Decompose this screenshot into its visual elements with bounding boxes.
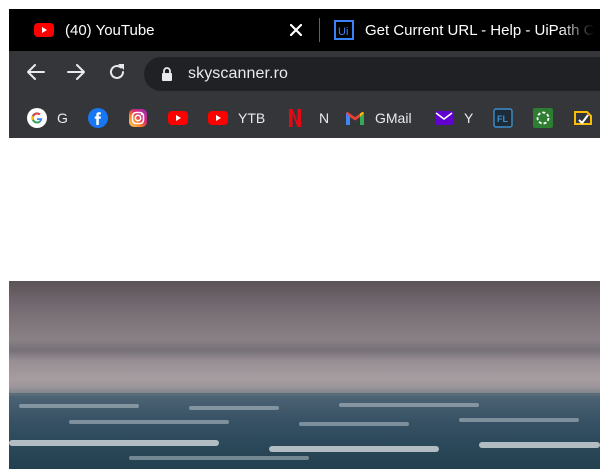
bookmark-instagram[interactable] xyxy=(128,97,148,138)
wave xyxy=(189,406,279,410)
wave-foam xyxy=(479,442,600,448)
wave xyxy=(69,420,229,424)
toolbar: skyscanner.ro xyxy=(9,51,600,97)
lock-icon xyxy=(160,66,174,82)
arrow-left-icon xyxy=(27,63,45,85)
tab-uipath[interactable]: Ui Get Current URL - Help - UiPath C xyxy=(321,9,600,51)
svg-text:FL: FL xyxy=(497,114,508,124)
bookmark-green-circle[interactable] xyxy=(533,97,553,138)
gmail-icon xyxy=(345,108,365,128)
bookmark-fl[interactable]: FL xyxy=(493,97,513,138)
browser-chrome: (40) YouTube Ui Get Current URL - Help -… xyxy=(9,9,600,138)
tab-strip: (40) YouTube Ui Get Current URL - Help -… xyxy=(9,9,600,51)
bookmark-label: G xyxy=(57,109,68,126)
google-icon xyxy=(27,107,47,128)
bookmark-google[interactable]: G xyxy=(27,97,68,138)
yahoo-mail-icon xyxy=(434,108,454,128)
arrow-right-icon xyxy=(67,63,85,85)
hero-image xyxy=(9,281,600,469)
fl-icon: FL xyxy=(493,107,513,128)
bookmark-label: YTB xyxy=(238,109,266,126)
wave xyxy=(459,418,579,422)
bookmark-ytb[interactable]: YTB xyxy=(208,97,265,138)
bookmark-label: GMail xyxy=(375,109,412,126)
svg-text:Ui: Ui xyxy=(338,26,348,38)
bookmark-extension[interactable] xyxy=(573,97,593,138)
youtube-icon xyxy=(33,19,55,41)
cloud-band xyxy=(9,339,600,361)
youtube-icon xyxy=(208,108,228,128)
bookmark-netflix[interactable]: N xyxy=(285,97,329,138)
bookmarks-bar: G YTB N GMail Y FL xyxy=(9,97,600,138)
tab-youtube[interactable]: (40) YouTube xyxy=(9,9,319,51)
close-icon[interactable] xyxy=(285,19,307,41)
reload-button[interactable] xyxy=(102,59,132,89)
bookmark-gmail[interactable]: GMail xyxy=(345,97,412,138)
forward-button[interactable] xyxy=(61,59,91,89)
bookmark-label: N xyxy=(319,109,330,126)
wave xyxy=(339,403,479,407)
facebook-icon xyxy=(88,107,108,128)
instagram-icon xyxy=(128,108,148,128)
url-text: skyscanner.ro xyxy=(188,65,289,82)
tab-title: Get Current URL - Help - UiPath C xyxy=(365,21,595,39)
bookmark-label: Y xyxy=(464,109,474,126)
netflix-icon xyxy=(285,108,305,128)
bookmark-yahoo-mail[interactable]: Y xyxy=(434,97,473,138)
wave-foam xyxy=(269,446,439,452)
youtube-icon xyxy=(168,108,188,128)
bookmark-facebook[interactable] xyxy=(88,97,108,138)
wave xyxy=(19,404,139,408)
wave xyxy=(129,456,309,460)
page-content xyxy=(9,138,600,469)
uipath-icon: Ui xyxy=(333,19,355,41)
back-button[interactable] xyxy=(21,59,51,89)
extension-icon xyxy=(573,108,593,128)
wave-foam xyxy=(9,440,219,446)
wave xyxy=(299,422,409,426)
tab-title: (40) YouTube xyxy=(65,21,155,39)
green-circle-icon xyxy=(533,107,553,128)
address-bar[interactable]: skyscanner.ro xyxy=(144,57,600,91)
bookmark-youtube[interactable] xyxy=(168,97,188,138)
reload-icon xyxy=(108,63,126,86)
sea xyxy=(9,396,600,469)
tab-separator xyxy=(319,18,320,42)
